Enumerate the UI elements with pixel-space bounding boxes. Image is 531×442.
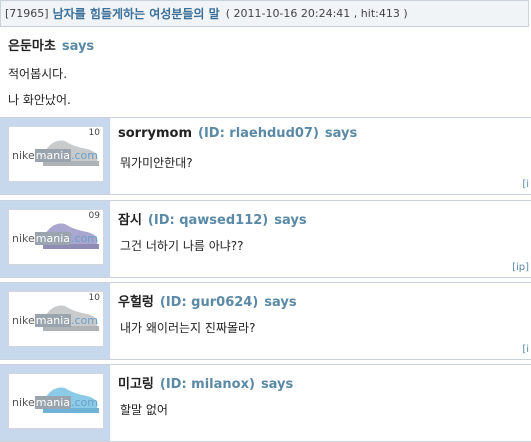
comment-text: 내가 왜이러는지 진짜몰라? xyxy=(120,321,256,335)
comment-text: 뭐가미안한대? xyxy=(120,156,193,170)
post-title-bar: [71965] 남자를 힘들게하는 여성분들의 말 ( 2011-10-16 2… xyxy=(0,0,529,27)
post-id: [71965] xyxy=(5,7,49,20)
page: [71965] 남자를 힘들게하는 여성분들의 말 ( 2011-10-16 2… xyxy=(0,0,531,442)
comment-user-id: (ID: gur0624) xyxy=(159,295,259,310)
comment-text: 그건 너하기 나름 아냐?? xyxy=(120,239,244,253)
op-text-line: 나 화안났어. xyxy=(8,93,71,107)
comment-says: says xyxy=(260,377,294,392)
op-author[interactable]: 은둔마초 xyxy=(8,39,56,54)
nikemania-logo: nikemania.com xyxy=(12,232,99,245)
comment-author[interactable]: 우헐렁 xyxy=(118,295,154,310)
comment-author[interactable]: sorrymom xyxy=(118,126,192,141)
comment-says: says xyxy=(264,295,297,310)
comment-item: 10 nikemania.com sorrymom (ID: rlaehdud07… xyxy=(0,117,531,195)
comment-author-line: 미고링 (ID: milanox) says xyxy=(118,373,293,392)
op-says: says xyxy=(61,39,95,54)
avatar[interactable]: 10 nikemania.com xyxy=(8,126,104,182)
comment-author[interactable]: 미고링 xyxy=(118,377,154,392)
comment-user-id: (ID: qawsed112) xyxy=(147,213,269,228)
comment-item: nikemania.com 미고링 (ID: milanox) says 할말 없어 xyxy=(0,364,531,442)
comment-user-id: (ID: rlaehdud07) xyxy=(198,126,319,141)
op-text-line: 적어봅시다. xyxy=(8,67,68,81)
avatar[interactable]: 09 nikemania.com xyxy=(8,209,104,265)
comment-ip: [i xyxy=(522,344,529,355)
comment-author-line: sorrymom (ID: rlaehdud07) says xyxy=(118,126,357,141)
avatar-column: nikemania.com xyxy=(0,365,110,441)
nikemania-logo: nikemania.com xyxy=(12,314,99,327)
post-meta: ( 2011-10-16 20:24:41 , hit:413 ) xyxy=(225,7,408,20)
avatar-column: 09 nikemania.com xyxy=(0,201,110,277)
original-post: 은둔마초 says 적어봅시다. 나 화안났어. xyxy=(0,27,531,117)
avatar[interactable]: nikemania.com xyxy=(8,373,104,429)
comment-author-line: 우헐렁 (ID: gur0624) says xyxy=(118,291,297,310)
comment-text: 할말 없어 xyxy=(120,403,168,417)
comment-user-id: (ID: milanox) xyxy=(159,377,255,392)
comment-author[interactable]: 잠시 xyxy=(118,213,142,228)
comment-ip: [ip] xyxy=(512,262,529,273)
nikemania-logo: nikemania.com xyxy=(12,396,99,409)
nikemania-logo: nikemania.com xyxy=(12,149,99,162)
avatar-column: 10 nikemania.com xyxy=(0,283,110,359)
comment-ip: [i xyxy=(522,179,529,190)
comment-item: 09 nikemania.com 잠시 (ID: qawsed112) says 그… xyxy=(0,200,531,278)
comment-item: 10 nikemania.com 우헐렁 (ID: gur0624) says 내가… xyxy=(0,282,531,360)
avatar[interactable]: 10 nikemania.com xyxy=(8,291,104,347)
post-title[interactable]: 남자를 힘들게하는 여성분들의 말 xyxy=(53,5,220,22)
comment-author-line: 잠시 (ID: qawsed112) says xyxy=(118,209,307,228)
op-author-line: 은둔마초 says xyxy=(8,35,94,54)
comment-says: says xyxy=(274,213,307,228)
avatar-column: 10 nikemania.com xyxy=(0,118,110,194)
comment-says: says xyxy=(324,126,358,141)
